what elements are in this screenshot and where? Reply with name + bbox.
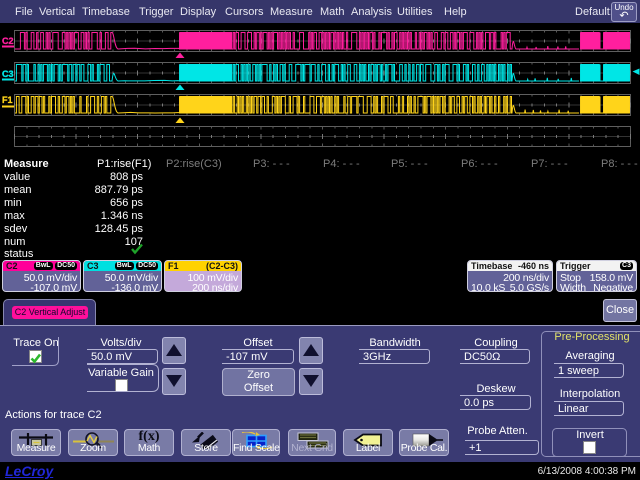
svg-text:F1: F1	[2, 95, 13, 105]
svg-text:C3: C3	[2, 69, 14, 79]
svg-text:C2: C2	[2, 36, 14, 46]
